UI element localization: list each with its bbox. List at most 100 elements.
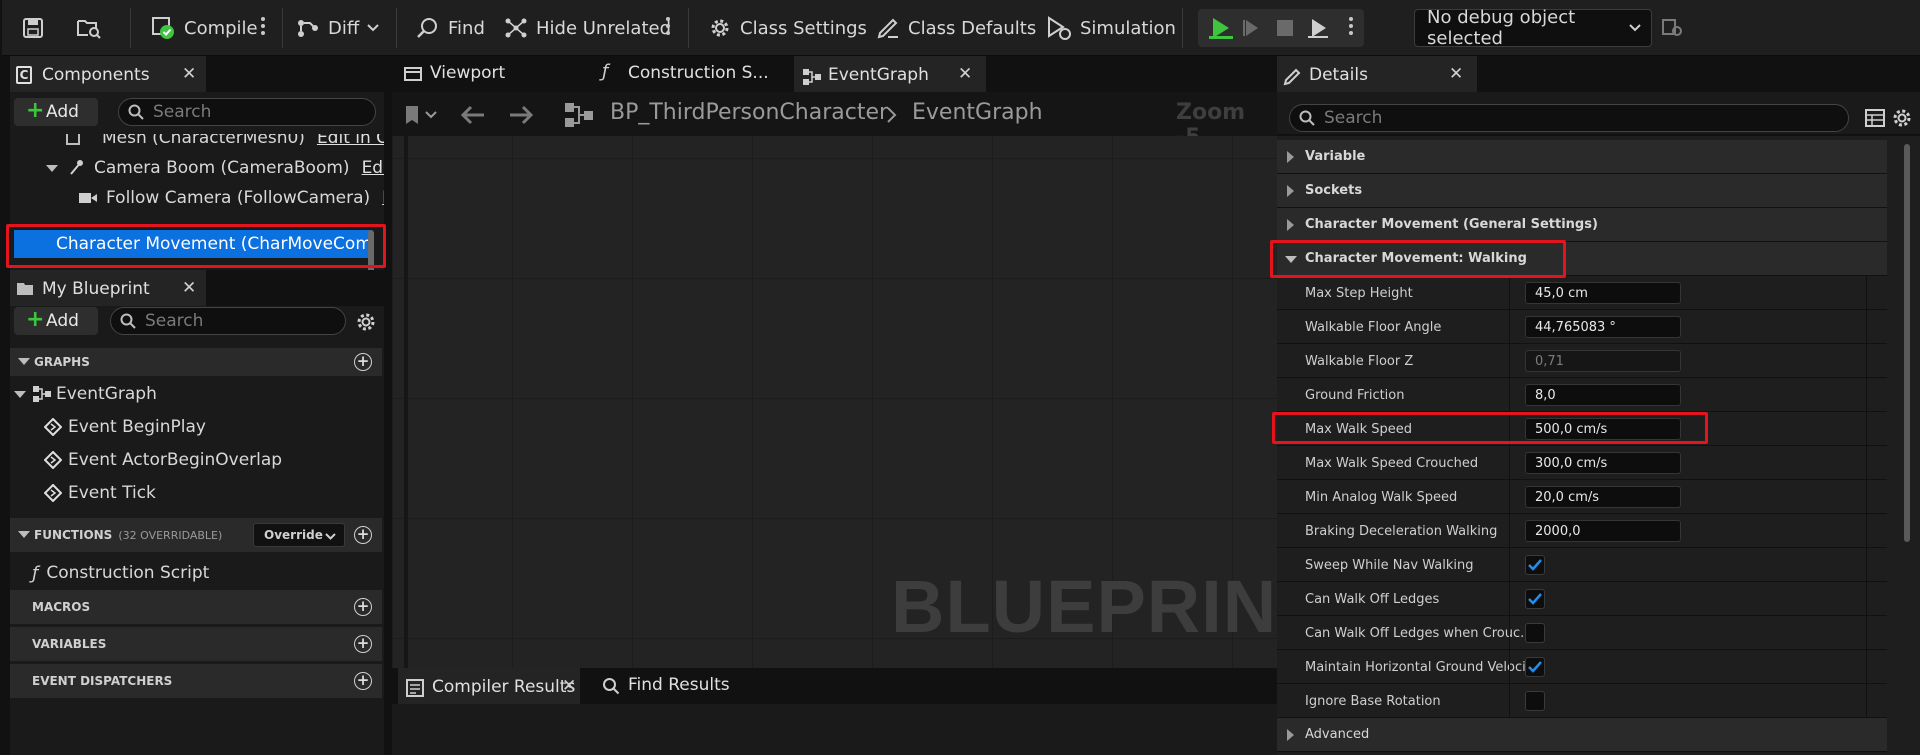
can-walk-off-ledges-crouching-checkbox[interactable] [1525,623,1545,643]
braking-deceleration-input[interactable]: 2000,0 [1525,520,1681,542]
sweep-while-nav-walking-checkbox[interactable] [1525,555,1545,575]
ignore-base-rotation-checkbox[interactable] [1525,691,1545,711]
tab-viewport[interactable]: Viewport [398,56,588,92]
add-function-icon[interactable]: + [354,526,372,544]
simulation-button[interactable]: Simulation [1046,10,1176,46]
event-item-actorbeginoverlap[interactable]: Event ActorBeginOverlap [44,448,282,472]
find-button[interactable]: Find [416,10,485,46]
compile-button[interactable]: Compile [150,10,258,46]
tab-eventgraph[interactable]: EventGraph ✕ [794,56,986,92]
tab-compiler-results[interactable]: Compiler Results ✕ [398,668,580,704]
edit-link[interactable]: Edit [362,158,384,178]
settings-gear-icon[interactable] [1891,107,1913,129]
step-forward-icon[interactable] [1242,18,1264,38]
tab-components[interactable]: C Components ✕ [10,56,206,92]
min-analog-walk-speed-input[interactable]: 20,0 cm/s [1525,486,1681,508]
category-sockets[interactable]: Sockets [1277,174,1887,208]
components-search-input[interactable]: Search [118,98,376,126]
add-event-dispatcher-icon[interactable]: + [354,672,372,690]
close-icon[interactable]: ✕ [562,676,576,696]
myblueprint-search-input[interactable]: Search [110,307,346,335]
debug-object-select[interactable]: No debug object selected [1414,7,1652,49]
table-view-icon[interactable] [1865,108,1885,128]
tab-details[interactable]: Details ✕ [1277,56,1477,92]
event-item-beginplay[interactable]: Event BeginPlay [44,415,206,439]
add-component-button[interactable]: + Add [14,98,98,126]
close-icon[interactable]: ✕ [182,278,196,298]
tree-item-mesh[interactable]: Mesh (CharacterMesh0) Edit in C++ [66,134,384,148]
property-label: Can Walk Off Ledges [1305,591,1440,607]
class-defaults-button[interactable]: Class Defaults [876,10,1036,46]
max-step-height-input[interactable]: 45,0 cm [1525,282,1681,304]
expand-arrow-icon[interactable] [14,390,26,398]
toolbar-divider [130,8,131,48]
add-variable-icon[interactable]: + [354,635,372,653]
add-member-button[interactable]: + Add [14,307,98,335]
bookmark-icon[interactable] [404,105,438,125]
functions-section-header[interactable]: FUNCTIONS (32 OVERRIDABLE) Override + [10,518,382,552]
eject-icon[interactable] [1306,17,1330,39]
can-walk-off-ledges-checkbox[interactable] [1525,589,1545,609]
settings-gear-icon[interactable] [355,311,377,333]
property-row: Can Walk Off Ledges when Crouc... [1277,616,1887,650]
debug-find-icon[interactable] [1662,18,1684,38]
tab-my-blueprint[interactable]: My Blueprint ✕ [10,270,206,306]
browse-button[interactable] [76,10,102,46]
add-graph-icon[interactable]: + [354,353,372,371]
highlight-max-walk-speed [1272,412,1708,444]
add-macro-icon[interactable]: + [354,598,372,616]
expand-arrow-icon[interactable] [46,164,58,172]
diff-button[interactable]: Diff [296,10,379,46]
tree-item-follow-camera[interactable]: Follow Camera (FollowCamera) Ed [78,186,384,210]
tab-construction-script[interactable]: ƒ Construction S... [594,56,784,92]
compile-options-button[interactable] [260,14,266,42]
max-walk-speed-crouched-input[interactable]: 300,0 cm/s [1525,452,1681,474]
play-icon[interactable] [1208,16,1234,40]
tab-find-results[interactable]: Find Results [598,668,748,704]
camera-icon [79,193,97,203]
stop-icon[interactable] [1276,19,1294,37]
spring-arm-icon [70,160,83,175]
hide-unrelated-button[interactable]: Hide Unrelated [504,10,671,46]
event-dispatchers-section-header[interactable]: EVENT DISPATCHERS + [10,664,382,698]
graph-item-eventgraph[interactable]: EventGraph [14,382,157,406]
edit-in-cpp-link[interactable]: Edit in C++ [317,134,384,148]
class-settings-button[interactable]: Class Settings [708,10,867,46]
functions-count: (32 OVERRIDABLE) [118,528,223,542]
back-arrow-icon[interactable] [460,104,486,126]
breadcrumb-graph[interactable]: EventGraph [912,100,1043,125]
close-icon[interactable]: ✕ [958,64,972,84]
details-scrollbar[interactable] [1904,144,1910,542]
main-toolbar: Compile Diff Find Hide Unrelated Class S… [2,0,1920,56]
category-advanced[interactable]: Advanced [1277,718,1887,752]
edit-link[interactable]: Ed [382,188,384,208]
property-label: Walkable Floor Angle [1305,319,1442,335]
toolbar-divider [1182,8,1183,48]
tab-eventgraph-label: EventGraph [828,65,929,85]
macros-section-header[interactable]: MACROS + [10,590,382,624]
variables-section-header[interactable]: VARIABLES + [10,627,382,661]
maintain-horizontal-ground-velocity-checkbox[interactable] [1525,657,1545,677]
event-item-tick[interactable]: Event Tick [44,481,156,505]
play-options-button[interactable] [1348,14,1354,42]
category-variable[interactable]: Variable [1277,140,1887,174]
graph-tabbar: Viewport ƒ Construction S... EventGraph … [392,56,1277,92]
event-tick-label: Event Tick [68,483,156,503]
close-icon[interactable]: ✕ [1449,64,1463,84]
ground-friction-input[interactable]: 8,0 [1525,384,1681,406]
walkable-floor-angle-input[interactable]: 44,765083 ° [1525,316,1681,338]
save-button[interactable] [22,10,44,46]
tree-item-camera-boom[interactable]: Camera Boom (CameraBoom) Edit [46,156,384,180]
function-item-construction-script[interactable]: ƒ Construction Script [32,561,209,585]
override-dropdown[interactable]: Override [253,523,345,547]
category-general-settings[interactable]: Character Movement (General Settings) [1277,208,1887,242]
graph-icon [803,69,821,85]
close-icon[interactable]: ✕ [182,64,196,84]
breadcrumb-chevron-icon [887,107,897,123]
details-search-input[interactable]: Search [1289,104,1849,132]
forward-arrow-icon[interactable] [508,104,534,126]
graphs-section-header[interactable]: GRAPHS + [10,348,382,376]
breadcrumb-blueprint[interactable]: BP_ThirdPersonCharacter [610,100,888,125]
hide-unrelated-options-button[interactable] [665,14,671,42]
event-icon [44,418,62,436]
